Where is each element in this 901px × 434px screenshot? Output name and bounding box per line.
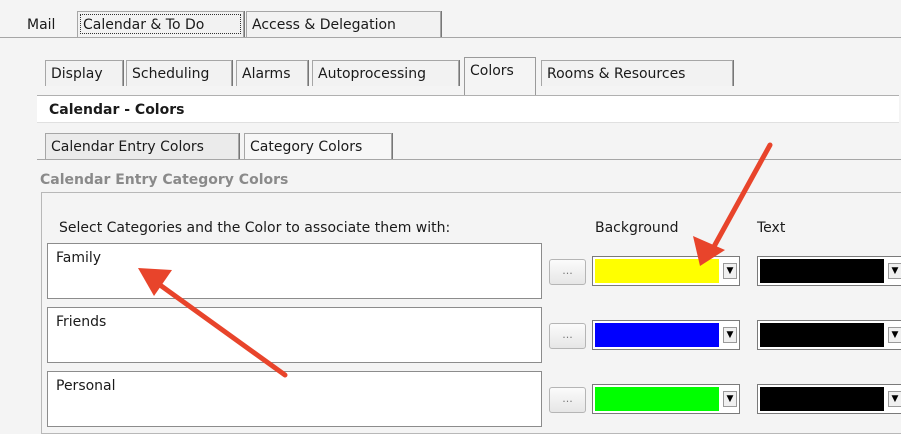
annotation-arrow-to-dropdown — [693, 142, 773, 266]
annotation-arrow-to-category — [138, 268, 288, 378]
annotation-arrows — [138, 142, 773, 378]
